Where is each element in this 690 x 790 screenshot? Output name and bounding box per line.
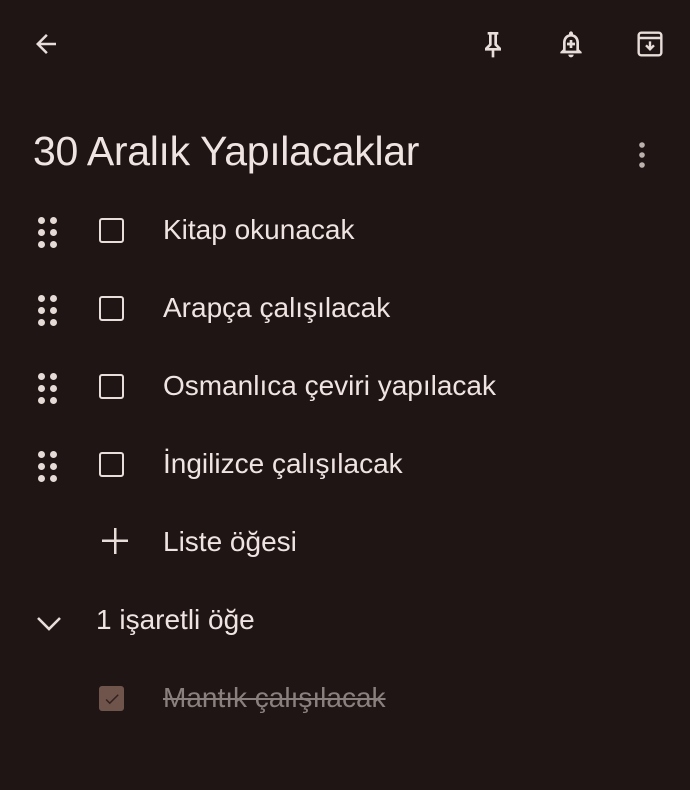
list-item: Osmanlıca çeviri yapılacak bbox=[0, 350, 690, 428]
item-label[interactable]: Mantık çalışılacak bbox=[163, 682, 386, 714]
more-options-button[interactable] bbox=[618, 131, 666, 179]
item-checkbox-checked[interactable] bbox=[99, 686, 124, 711]
archive-button[interactable] bbox=[626, 20, 674, 68]
more-vertical-icon bbox=[639, 142, 645, 168]
drag-handle-icon[interactable] bbox=[38, 217, 58, 249]
add-list-item-button[interactable]: Liste öğesi bbox=[0, 506, 690, 584]
item-label[interactable]: Osmanlıca çeviri yapılacak bbox=[163, 370, 496, 402]
archive-icon bbox=[637, 31, 663, 57]
checked-items-label: 1 işaretli öğe bbox=[96, 604, 255, 635]
drag-handle-icon[interactable] bbox=[38, 451, 58, 483]
back-button[interactable] bbox=[22, 20, 70, 68]
reminder-button[interactable] bbox=[547, 20, 595, 68]
drag-handle-icon[interactable] bbox=[38, 373, 58, 405]
item-checkbox[interactable] bbox=[99, 374, 124, 399]
pin-icon bbox=[485, 32, 501, 58]
pin-button[interactable] bbox=[469, 20, 517, 68]
item-label[interactable]: İngilizce çalışılacak bbox=[163, 448, 403, 480]
plus-icon bbox=[102, 528, 128, 554]
checked-list-item: Mantık çalışılacak bbox=[0, 662, 690, 740]
add-list-item-label: Liste öğesi bbox=[163, 526, 297, 557]
checked-items-toggle[interactable]: 1 işaretli öğe bbox=[0, 584, 690, 662]
top-app-bar bbox=[0, 0, 690, 90]
note-title[interactable]: 30 Aralık Yapılacaklar bbox=[33, 128, 419, 175]
item-label[interactable]: Kitap okunacak bbox=[163, 214, 354, 246]
bell-plus-icon bbox=[560, 31, 582, 58]
item-checkbox[interactable] bbox=[99, 218, 124, 243]
drag-handle-icon[interactable] bbox=[38, 295, 58, 327]
item-label[interactable]: Arapça çalışılacak bbox=[163, 292, 390, 324]
chevron-down-icon bbox=[37, 617, 61, 631]
item-checkbox[interactable] bbox=[99, 452, 124, 477]
list-item: Arapça çalışılacak bbox=[0, 272, 690, 350]
checkmark-icon bbox=[105, 693, 119, 704]
list-item: İngilizce çalışılacak bbox=[0, 428, 690, 506]
list-item: Kitap okunacak bbox=[0, 194, 690, 272]
item-checkbox[interactable] bbox=[99, 296, 124, 321]
arrow-left-icon bbox=[36, 34, 56, 54]
